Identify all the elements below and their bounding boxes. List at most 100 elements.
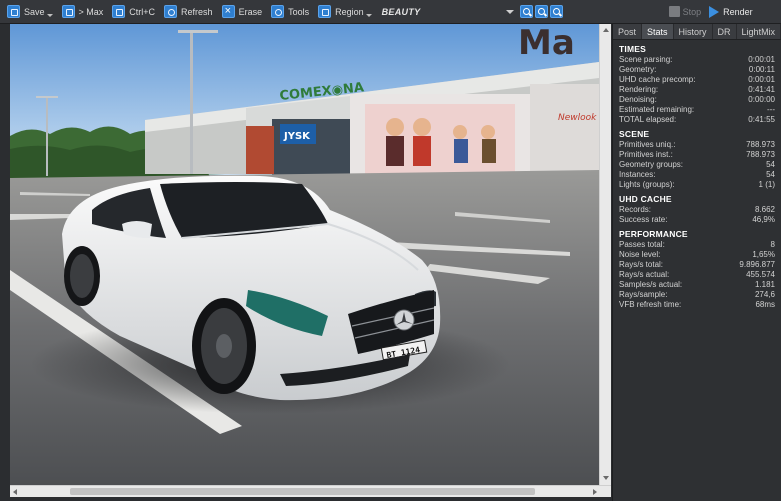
stat-label: Lights (groups): [619,180,675,189]
render-image: JYSK Newlook COMEX◉NA Ma BT 1124 [10,24,599,485]
copy-icon [112,5,126,18]
region-dropdown-icon[interactable] [365,14,372,17]
region-icon [318,5,332,18]
panel-tabs: Post Stats History DR LightMix [613,24,781,40]
tab-dr[interactable]: DR [713,24,737,39]
zoom-in-icon[interactable] [519,5,533,18]
vertical-scrollbar[interactable] [599,24,611,485]
stat-value: 0:00:01 [748,75,775,84]
tab-history[interactable]: History [674,24,713,39]
copy-label: Ctrl+C [129,6,156,17]
stat-label: Scene parsing: [619,55,673,64]
stat-row: Rays/sample: 274,6 [619,290,775,300]
stat-row: Geometry: 0:00:11 [619,65,775,75]
stat-label: TOTAL elapsed: [619,115,677,124]
render-viewport[interactable]: JYSK Newlook COMEX◉NA Ma BT 1124 [10,24,599,485]
vfb-toolbar: Save > Max Ctrl+C Refresh Erase Tools Re… [0,0,781,24]
tab-stats[interactable]: Stats [642,24,674,39]
stat-label: Rays/sample: [619,290,668,299]
stat-label: VFB refresh time: [619,300,682,309]
stat-label: Estimated remaining: [619,105,695,114]
stat-row: Scene parsing: 0:00:01 [619,55,775,65]
copy-button[interactable]: Ctrl+C [109,3,158,21]
stat-label: Passes total: [619,240,665,249]
section-title: UHD CACHE [619,194,672,204]
refresh-label: Refresh [181,6,213,17]
stat-label: Geometry groups: [619,160,684,169]
stat-row: VFB refresh time: 68ms [619,300,775,310]
stat-row: UHD cache precomp: 0:00:01 [619,75,775,85]
stat-row: Geometry groups: 54 [619,160,775,170]
stat-row: TOTAL elapsed: 0:41:55 [619,115,775,125]
render-button[interactable]: Render [723,7,753,17]
stat-value: 788.973 [746,140,775,149]
section-title: SCENE [619,129,650,139]
stat-label: Rays/s actual: [619,270,670,279]
stat-label: Noise level: [619,250,661,259]
channel-dropdown-icon[interactable] [505,9,514,14]
stat-label: Success rate: [619,215,668,224]
send-to-max-button[interactable]: > Max [59,3,107,21]
stat-value: 0:00:00 [748,95,775,104]
stat-value: 8.662 [754,205,775,214]
newlook-sign: Newlook [558,113,597,123]
tab-post[interactable]: Post [613,24,643,39]
roof-letters: Ma [518,24,575,63]
stat-row: Lights (groups): 1 (1) [619,180,775,190]
stat-value: 0:41:41 [748,85,775,94]
tab-lightmix[interactable]: LightMix [737,24,781,39]
render-channel-select[interactable]: BEAUTY [382,7,506,17]
stat-label: Denoising: [619,95,657,104]
stat-value: 274,6 [754,290,775,299]
jysk-sign: JYSK [283,131,311,142]
save-label: Save [24,6,45,17]
stat-value: 0:41:55 [748,115,775,124]
tools-button[interactable]: Tools [268,3,312,21]
zoom-out-icon[interactable] [534,5,548,18]
left-border [0,24,10,501]
max-icon [61,5,75,18]
stat-value: 68ms [755,300,775,309]
stat-row: Passes total: 8 [619,240,775,250]
save-button[interactable]: Save [4,3,56,21]
refresh-button[interactable]: Refresh [161,3,216,21]
section-title: PERFORMANCE [619,229,688,239]
scroll-up-icon[interactable] [603,28,609,32]
erase-button[interactable]: Erase [219,3,266,21]
stat-value: 0:00:11 [748,65,775,74]
stat-label: Instances: [619,170,656,179]
stat-value: 0:00:01 [748,55,775,64]
horizontal-scroll-thumb[interactable] [70,488,535,495]
horizontal-scrollbar[interactable] [10,485,611,497]
render-icon[interactable] [709,5,720,18]
stat-value: 1,65% [752,250,775,259]
stat-label: Rendering: [619,85,659,94]
stat-row: Samples/s actual: 1.181 [619,280,775,290]
max-label: > Max [78,6,104,17]
scroll-left-icon[interactable] [13,489,17,495]
erase-label: Erase [238,6,263,17]
stat-label: Records: [619,205,652,214]
region-label: Region [335,6,364,17]
stat-label: UHD cache precomp: [619,75,696,84]
scroll-down-icon[interactable] [603,476,609,480]
region-button[interactable]: Region [315,3,375,21]
stat-label: Rays/s total: [619,260,664,269]
scroll-right-icon[interactable] [593,489,597,495]
save-dropdown-icon[interactable] [46,14,53,17]
tools-label: Tools [288,6,310,17]
stat-label: Primitives uniq.: [619,140,676,149]
stat-row: Success rate: 46,9% [619,215,775,225]
stat-value: 54 [766,160,775,169]
stop-button[interactable]: Stop [683,7,702,17]
stop-icon[interactable] [668,6,680,17]
stat-value: --- [767,105,775,114]
section-title: TIMES [619,44,646,54]
stat-row: Records: 8.662 [619,205,775,215]
stat-row: Estimated remaining: --- [619,105,775,115]
stat-value: 1 (1) [758,180,775,189]
zoom-fit-icon[interactable] [549,5,563,18]
stat-value: 54 [766,170,775,179]
save-icon [7,5,20,18]
stat-row: Rays/s actual: 455.574 [619,270,775,280]
